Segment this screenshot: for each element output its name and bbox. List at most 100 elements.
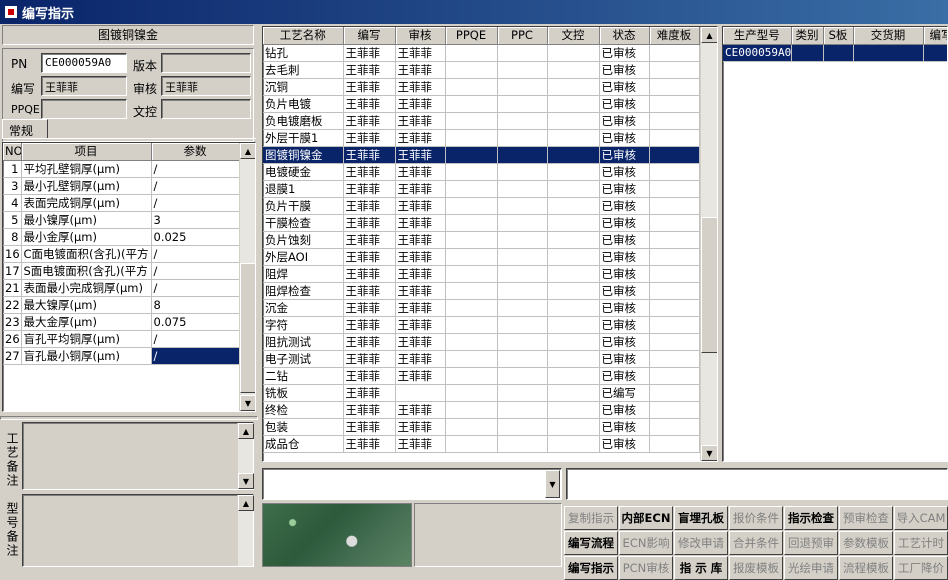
model-note-field[interactable]: ▲ — [22, 494, 254, 567]
table-cell[interactable]: 已审核 — [599, 299, 650, 317]
table-cell[interactable] — [649, 231, 700, 249]
table-cell[interactable]: 已审核 — [599, 61, 650, 79]
table-cell[interactable]: 已审核 — [599, 350, 650, 368]
table-cell[interactable]: 王菲菲 — [395, 129, 446, 147]
table-row[interactable]: 包装 王菲菲 王菲菲 已审核 — [263, 418, 700, 436]
table-cell[interactable] — [497, 231, 548, 249]
table-cell[interactable] — [497, 299, 548, 317]
table-cell[interactable] — [649, 78, 700, 96]
table-cell[interactable]: 外层AOI — [263, 248, 344, 266]
table-cell[interactable] — [649, 44, 700, 62]
table-cell[interactable] — [547, 418, 600, 436]
table-cell[interactable]: 铣板 — [263, 384, 344, 402]
table-row[interactable]: 阻焊 王菲菲 王菲菲 已审核 — [263, 265, 700, 283]
action-button[interactable]: 报价条件 — [729, 506, 783, 530]
col-header[interactable]: PPQE — [445, 27, 498, 45]
table-cell[interactable]: 字符 — [263, 316, 344, 334]
table-cell[interactable] — [547, 350, 600, 368]
table-cell[interactable] — [497, 197, 548, 215]
process-note-scrollbar[interactable]: ▲ ▼ — [237, 423, 254, 489]
review-field[interactable]: 王菲菲 — [161, 76, 251, 96]
table-cell[interactable]: 外层干膜1 — [263, 129, 344, 147]
table-cell[interactable] — [445, 231, 498, 249]
param-row[interactable]: 26 盲孔平均铜厚(μm) / — [3, 330, 240, 348]
param-item[interactable]: 盲孔平均铜厚(μm) — [21, 330, 152, 348]
table-cell[interactable] — [547, 146, 600, 164]
table-cell[interactable]: 王菲菲 — [343, 129, 396, 147]
table-cell[interactable]: 王菲菲 — [343, 146, 396, 164]
table-cell[interactable] — [649, 316, 700, 334]
table-cell[interactable]: 王菲菲 — [395, 95, 446, 113]
param-value[interactable]: / — [151, 177, 240, 195]
table-cell[interactable]: 王菲菲 — [343, 435, 396, 453]
param-value[interactable]: / — [151, 347, 240, 365]
param-scrollbar[interactable]: ▲ ▼ — [239, 143, 255, 411]
table-cell[interactable]: 王菲菲 — [395, 78, 446, 96]
param-value[interactable]: / — [151, 194, 240, 212]
param-no[interactable]: 27 — [3, 347, 22, 365]
table-cell[interactable]: 王菲菲 — [395, 112, 446, 130]
table-cell[interactable]: 王菲菲 — [343, 418, 396, 436]
table-row[interactable]: 外层干膜1 王菲菲 王菲菲 已审核 — [263, 129, 700, 147]
param-item[interactable]: 最小孔壁铜厚(μm) — [21, 177, 152, 195]
param-value[interactable]: 3 — [151, 211, 240, 229]
col-param[interactable]: 参数 — [151, 143, 240, 161]
table-cell[interactable] — [445, 197, 498, 215]
param-item[interactable]: S面电镀面积(含孔)(平方 — [21, 262, 152, 280]
param-value[interactable]: / — [151, 330, 240, 348]
table-cell[interactable]: 王菲菲 — [343, 95, 396, 113]
table-cell[interactable] — [649, 146, 700, 164]
table-cell[interactable]: 成品仓 — [263, 435, 344, 453]
param-row[interactable]: 22 最大镍厚(μm) 8 — [3, 296, 240, 314]
table-cell[interactable]: 终检 — [263, 401, 344, 419]
table-cell[interactable] — [547, 316, 600, 334]
action-button[interactable]: 流程模板 — [839, 556, 893, 580]
param-no[interactable]: 8 — [3, 228, 22, 246]
col-header[interactable]: 难度板 — [649, 27, 700, 45]
table-cell[interactable] — [497, 163, 548, 181]
table-cell[interactable]: 已审核 — [599, 231, 650, 249]
table-cell[interactable] — [445, 401, 498, 419]
col-header[interactable]: 状态 — [599, 27, 650, 45]
table-cell[interactable]: 王菲菲 — [395, 265, 446, 283]
tab-general[interactable]: 常规 — [2, 119, 48, 139]
table-cell[interactable] — [497, 61, 548, 79]
table-row[interactable]: 电镀硬金 王菲菲 王菲菲 已审核 — [263, 163, 700, 181]
table-row[interactable]: 负电镀磨板 王菲菲 王菲菲 已审核 — [263, 112, 700, 130]
table-cell[interactable]: 王菲菲 — [343, 197, 396, 215]
table-cell[interactable] — [497, 44, 548, 62]
table-cell[interactable]: 负片干膜 — [263, 197, 344, 215]
table-cell[interactable]: 电镀硬金 — [263, 163, 344, 181]
version-field[interactable] — [161, 53, 251, 73]
table-cell[interactable]: 已审核 — [599, 95, 650, 113]
param-value[interactable]: / — [151, 160, 240, 178]
table-cell[interactable] — [445, 214, 498, 232]
table-cell[interactable]: 王菲菲 — [343, 112, 396, 130]
table-cell[interactable]: 王菲菲 — [343, 316, 396, 334]
table-cell[interactable] — [547, 265, 600, 283]
param-row[interactable]: 3 最小孔壁铜厚(μm) / — [3, 177, 240, 195]
col-header[interactable]: 审核 — [395, 27, 446, 45]
scroll-down-icon[interactable]: ▼ — [238, 473, 254, 489]
table-cell[interactable]: 王菲菲 — [395, 350, 446, 368]
model-note-scrollbar[interactable]: ▲ — [237, 495, 254, 566]
table-cell[interactable] — [547, 180, 600, 198]
table-cell[interactable]: 王菲菲 — [343, 214, 396, 232]
table-cell[interactable]: 王菲菲 — [343, 282, 396, 300]
ppqe-field[interactable] — [41, 99, 127, 119]
table-cell[interactable] — [445, 333, 498, 351]
col-header[interactable]: 文控 — [547, 27, 600, 45]
table-cell[interactable] — [445, 78, 498, 96]
table-cell[interactable]: 图镀铜镍金 — [263, 146, 344, 164]
table-cell[interactable]: 王菲菲 — [343, 367, 396, 385]
table-cell[interactable] — [445, 350, 498, 368]
param-row[interactable]: 5 最小镍厚(μm) 3 — [3, 211, 240, 229]
table-cell[interactable]: 干膜检查 — [263, 214, 344, 232]
param-no[interactable]: 1 — [3, 160, 22, 178]
table-cell[interactable] — [547, 163, 600, 181]
table-cell[interactable]: 王菲菲 — [343, 384, 396, 402]
table-cell[interactable]: 已审核 — [599, 112, 650, 130]
param-scroll-thumb[interactable] — [240, 263, 255, 393]
col-header[interactable]: 生产型号 — [723, 27, 792, 45]
table-cell[interactable] — [497, 350, 548, 368]
